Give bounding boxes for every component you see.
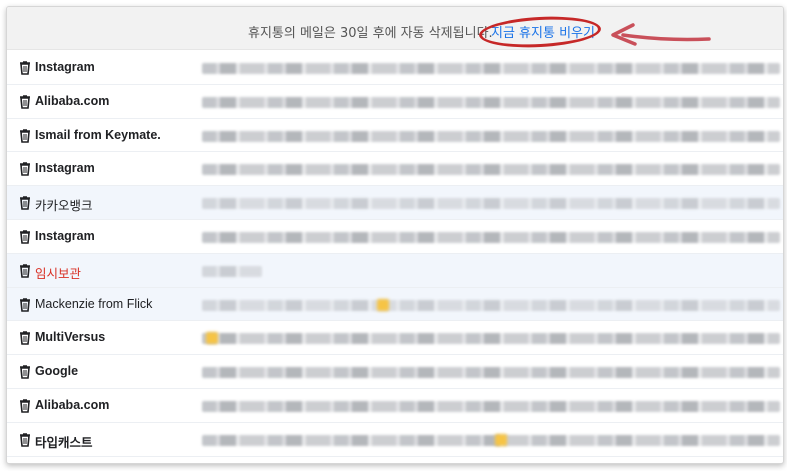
email-row[interactable]: 카카오뱅크: [7, 186, 783, 220]
trash-icon[interactable]: [19, 432, 31, 447]
blurred-email-preview: [202, 164, 780, 176]
email-row[interactable]: Instagram: [7, 152, 783, 187]
blurred-emoji: [377, 298, 389, 311]
email-list: Instagram Alibaba.com Ismail from Keymat…: [7, 51, 783, 457]
blurred-email-preview: [202, 198, 780, 210]
email-sender: MultiVersus: [35, 330, 106, 345]
trash-icon[interactable]: [19, 331, 31, 346]
email-row[interactable]: Instagram: [7, 51, 783, 85]
blurred-email-preview: [202, 333, 780, 345]
trash-icon[interactable]: [19, 399, 31, 413]
email-row[interactable]: MultiVersus: [7, 321, 783, 356]
trash-icon[interactable]: [19, 196, 31, 210]
blurred-email-preview: [202, 299, 780, 311]
blurred-email-preview: [202, 265, 262, 277]
trash-icon[interactable]: [19, 365, 31, 379]
email-row[interactable]: Ismail from Keymate.: [7, 118, 783, 153]
red-circle-annotation: [478, 13, 602, 51]
email-row[interactable]: Alibaba.com: [7, 388, 783, 423]
draft-label: 임시보관: [35, 266, 82, 281]
email-sender: Instagram: [35, 60, 95, 74]
trash-icon[interactable]: [19, 230, 31, 244]
email-sender: Ismail from Keymate.: [35, 127, 161, 142]
trash-icon[interactable]: [19, 162, 31, 177]
email-row[interactable]: 타입캐스트: [7, 422, 783, 457]
blurred-emoji: [206, 332, 218, 345]
email-sender: 카카오뱅크: [35, 199, 93, 214]
blurred-email-preview: [202, 130, 780, 142]
trash-auto-delete-notice: 휴지통의 메일은 30일 후에 자동 삭제됩니다.: [248, 26, 493, 41]
trash-icon[interactable]: [19, 128, 31, 143]
trash-icon[interactable]: [19, 263, 31, 278]
blurred-email-preview: [202, 96, 780, 108]
email-sender: 타입캐스트: [35, 435, 93, 450]
trash-icon[interactable]: [19, 297, 31, 312]
blurred-email-preview: [202, 231, 780, 243]
trash-icon[interactable]: [19, 94, 31, 109]
email-sender: Alibaba.com: [35, 93, 110, 108]
blurred-emoji: [495, 433, 507, 446]
blurred-email-preview: [202, 400, 780, 412]
blurred-email-preview: [202, 63, 780, 74]
email-row[interactable]: Google: [7, 355, 783, 389]
email-sender: Google: [35, 364, 79, 379]
blurred-email-preview: [202, 367, 780, 379]
email-row[interactable]: 임시보관: [7, 253, 783, 288]
red-arrow-annotation: [611, 23, 711, 46]
email-sender: Alibaba.com: [35, 397, 110, 412]
blurred-email-preview: [202, 434, 780, 446]
email-row[interactable]: Alibaba.com: [7, 84, 783, 119]
email-sender: Instagram: [35, 228, 95, 243]
email-sender: Mackenzie from Flick: [35, 296, 153, 311]
trash-icon[interactable]: [19, 61, 31, 75]
trash-info-banner: 휴지통의 메일은 30일 후에 자동 삭제됩니다. 지금 휴지통 비우기: [7, 7, 783, 51]
trash-mail-list: 휴지통의 메일은 30일 후에 자동 삭제됩니다. 지금 휴지통 비우기 Ins…: [6, 6, 784, 464]
email-sender: Instagram: [35, 161, 95, 176]
email-row[interactable]: Mackenzie from Flick: [7, 287, 783, 322]
email-row[interactable]: Instagram: [7, 219, 783, 254]
